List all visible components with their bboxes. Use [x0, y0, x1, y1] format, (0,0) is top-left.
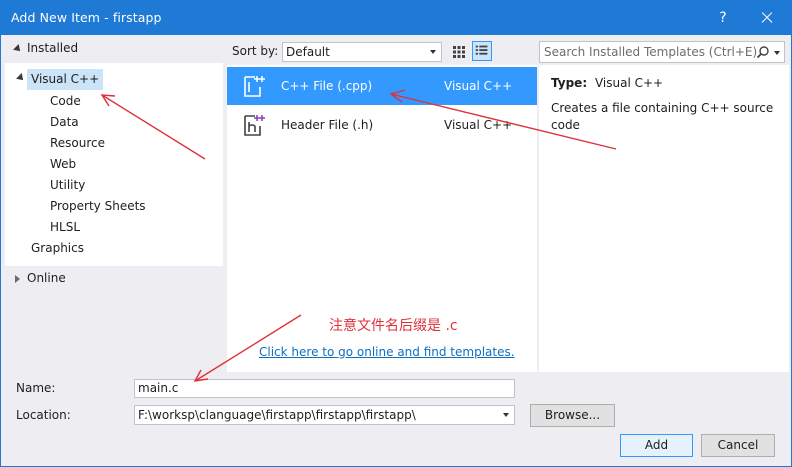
template-list: C++ File (.cpp) Visual C++ Header File (…	[227, 65, 537, 372]
template-toolbar: Sort by: Default	[227, 37, 537, 65]
name-label: Name:	[16, 381, 56, 395]
template-language: Visual C++	[444, 79, 513, 93]
search-placeholder: Search Installed Templates (Ctrl+E)	[544, 45, 758, 59]
collapse-arrow-icon[interactable]	[13, 44, 23, 54]
tree-item-hlsl[interactable]: HLSL	[50, 217, 80, 238]
name-input[interactable]: main.c	[134, 379, 515, 398]
template-item-cpp-file[interactable]: C++ File (.cpp) Visual C++	[227, 67, 537, 105]
chevron-down-icon	[503, 413, 509, 417]
template-description: Creates a file containing C++ source cod…	[551, 101, 774, 132]
template-info-panel: Type: Visual C++ Creates a file containi…	[539, 65, 789, 372]
location-value: F:\worksp\clanguage\firstapp\firstapp\fi…	[138, 408, 416, 422]
tree-item-data[interactable]: Data	[50, 112, 79, 133]
title-bar: Add New Item - firstapp ?	[1, 1, 791, 35]
tree-item-web[interactable]: Web	[50, 154, 76, 175]
chevron-down-icon[interactable]	[774, 51, 780, 55]
type-label: Type:	[551, 76, 588, 90]
cancel-button[interactable]: Cancel	[701, 434, 775, 457]
chevron-down-icon	[430, 50, 436, 54]
name-value: main.c	[138, 381, 179, 395]
template-language: Visual C++	[444, 118, 513, 132]
tree-item-graphics[interactable]: Graphics	[31, 238, 84, 259]
location-dropdown[interactable]: F:\worksp\clanguage\firstapp\firstapp\fi…	[134, 405, 515, 425]
expand-arrow-icon[interactable]	[15, 275, 20, 283]
template-name: C++ File (.cpp)	[281, 79, 373, 93]
template-type: Type: Visual C++	[551, 76, 663, 90]
tree-item-utility[interactable]: Utility	[50, 175, 85, 196]
header-file-icon	[244, 115, 265, 136]
list-view-icon[interactable]	[472, 41, 492, 61]
online-templates-link[interactable]: Click here to go online and find templat…	[259, 345, 515, 359]
add-button[interactable]: Add	[620, 434, 693, 457]
tree-item-property-sheets[interactable]: Property Sheets	[50, 196, 146, 217]
annotation-note: 注意文件名后缀是 .c	[329, 318, 458, 334]
add-new-item-dialog: Add New Item - firstapp ? Installed Visu…	[0, 0, 792, 467]
close-button[interactable]	[753, 1, 781, 35]
collapse-arrow-icon[interactable]	[16, 73, 26, 83]
sort-by-dropdown[interactable]: Default	[282, 42, 442, 62]
tree-item-resource[interactable]: Resource	[50, 133, 105, 154]
online-label: Online	[27, 271, 66, 285]
installed-header[interactable]: Installed	[5, 37, 223, 63]
template-name: Header File (.h)	[281, 118, 374, 132]
help-button[interactable]: ?	[709, 1, 737, 35]
grid-view-icon[interactable]	[449, 42, 469, 62]
installed-label: Installed	[27, 41, 79, 55]
dialog-title: Add New Item - firstapp	[11, 10, 162, 25]
cpp-file-icon	[244, 76, 265, 97]
template-item-header-file[interactable]: Header File (.h) Visual C++	[227, 106, 537, 144]
tree-item-visual-cpp[interactable]: Visual C++	[27, 69, 104, 90]
browse-button[interactable]: Browse...	[530, 404, 615, 427]
search-area: Search Installed Templates (Ctrl+E)	[539, 37, 789, 65]
sort-by-label: Sort by:	[232, 44, 279, 58]
sort-by-value: Default	[286, 45, 330, 59]
template-category-tree: Visual C++ Code Data Resource Web Utilit…	[5, 63, 223, 266]
search-icon[interactable]	[756, 45, 770, 59]
tree-item-code[interactable]: Code	[50, 91, 81, 112]
search-input[interactable]: Search Installed Templates (Ctrl+E)	[539, 41, 785, 63]
type-value: Visual C++	[594, 76, 664, 90]
online-header[interactable]: Online	[5, 266, 223, 292]
file-details-form: Name: main.c Location: F:\worksp\clangua…	[1, 372, 791, 466]
location-label: Location:	[16, 408, 71, 422]
